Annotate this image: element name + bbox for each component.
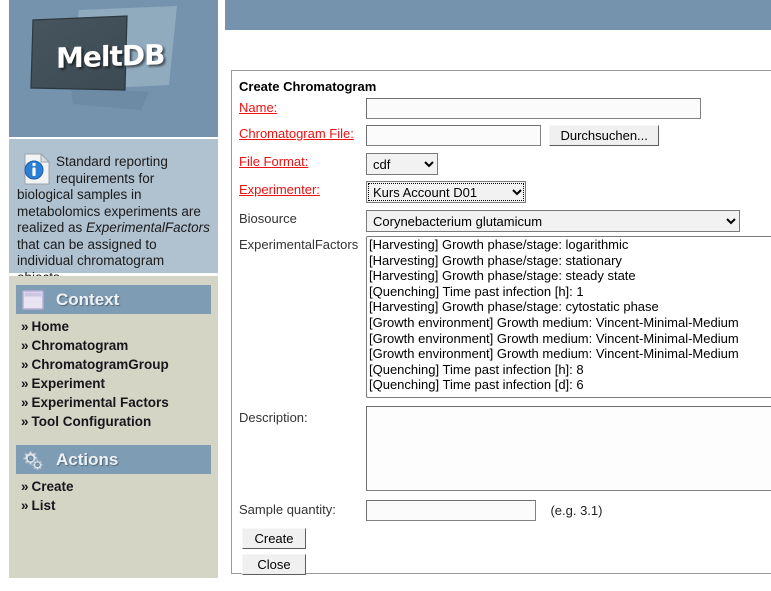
browse-button[interactable]: Durchsuchen... <box>549 125 659 146</box>
sidebar-item-label: Experiment <box>31 376 106 391</box>
logo-wordmark: MeltDB <box>56 38 165 75</box>
sidebar-item-create[interactable]: » Create <box>9 477 218 496</box>
form-row-chromatogram-file: Chromatogram File: Durchsuchen... <box>239 123 771 151</box>
close-button[interactable]: Close <box>242 554 306 575</box>
experimental-factor-option[interactable]: [Harvesting] Growth phase/stage: steady … <box>367 268 771 284</box>
sidebar-item-tool-configuration[interactable]: » Tool Configuration <box>9 412 218 431</box>
experimental-factor-option[interactable]: [Quenching] Time past infection [h]: 8 <box>367 362 771 378</box>
sidebar-item-label: ChromatogramGroup <box>31 357 169 372</box>
file-format-select[interactable]: cdf <box>366 153 438 175</box>
sidebar-context-nav: » Home » Chromatogram » ChromatogramGroup »… <box>9 317 218 431</box>
experimental-factor-option[interactable]: [Quenching] Time past infection [h]: 1 <box>367 284 771 300</box>
chromatogram-file-label: Chromatogram File: <box>239 126 354 141</box>
sidebar-actions-nav: » Create » List <box>9 477 218 515</box>
brand-logo-panel: MeltDB <box>9 0 218 137</box>
info-document-icon <box>23 152 51 185</box>
form-row-sample-quantity: Sample quantity: (e.g. 3.1) <box>239 498 771 528</box>
sidebar-item-chromatogram[interactable]: » Chromatogram <box>9 336 218 355</box>
form-row-name: Name: <box>239 97 771 123</box>
chevron-icon: » <box>21 498 29 513</box>
chevron-icon: » <box>21 319 29 334</box>
sidebar: Context » Home » Chromatogram » Chromatogra… <box>9 276 218 578</box>
sidebar-item-experiment[interactable]: » Experiment <box>9 374 218 393</box>
experimental-factor-option[interactable]: [Harvesting] Growth phase/stage: cytosta… <box>367 299 771 315</box>
sample-quantity-input[interactable] <box>366 500 536 521</box>
page-title: Create Chromatogram <box>239 79 377 94</box>
experimental-factor-option[interactable]: [Harvesting] Growth phase/stage: station… <box>367 253 771 269</box>
experimental-factor-option[interactable]: [Growth environment] Growth medium: Vinc… <box>367 315 771 331</box>
experimenter-select[interactable]: Kurs Account D01 <box>366 181 526 203</box>
info-box: Standard reporting requirements for biol… <box>9 139 218 285</box>
form-row-description: Description: <box>239 406 771 498</box>
chromatogram-file-input[interactable] <box>366 125 541 146</box>
info-text-emphasis: ExperimentalFactors <box>86 220 210 235</box>
chevron-icon: » <box>21 395 29 410</box>
biosource-label: Biosource <box>239 211 297 226</box>
page-root: MeltDB Standard reporting requirements f… <box>0 0 771 591</box>
sidebar-section-actions-header: Actions <box>16 445 211 474</box>
chevron-icon: » <box>21 479 29 494</box>
experimenter-label: Experimenter: <box>239 182 320 197</box>
name-input[interactable] <box>366 98 701 119</box>
sidebar-item-label: Create <box>31 479 74 494</box>
create-button[interactable]: Create <box>242 528 306 549</box>
header-strip <box>225 0 771 30</box>
sidebar-item-label: List <box>31 498 56 513</box>
form-row-biosource: Biosource Corynebacterium glutamicum <box>239 208 771 236</box>
sidebar-item-label: Home <box>31 319 70 334</box>
description-textarea[interactable] <box>366 406 771 491</box>
sample-quantity-hint: (e.g. 3.1) <box>550 502 603 518</box>
sidebar-item-experimental-factors[interactable]: » Experimental Factors <box>9 393 218 412</box>
experimental-factors-listbox[interactable]: [Harvesting] Growth phase/stage: logarit… <box>366 236 771 398</box>
sidebar-item-home[interactable]: » Home <box>9 317 218 336</box>
window-icon <box>22 289 44 310</box>
sample-quantity-label: Sample quantity: <box>239 502 336 517</box>
chevron-icon: » <box>21 414 29 429</box>
experimental-factor-option[interactable]: [Growth environment] Growth medium: Vinc… <box>367 346 771 362</box>
chevron-icon: » <box>21 338 29 353</box>
gears-icon <box>22 450 44 470</box>
experimental-factor-option[interactable]: [Harvesting] Growth phase/stage: logarit… <box>367 237 771 253</box>
experimental-factors-label: ExperimentalFactors <box>239 237 359 252</box>
sidebar-item-label: Chromatogram <box>31 338 129 353</box>
experimental-factor-option[interactable]: [Quenching] Time past infection [d]: 6 <box>367 377 771 393</box>
biosource-select[interactable]: Corynebacterium glutamicum <box>366 210 740 232</box>
chevron-icon: » <box>21 357 29 372</box>
form-row-create-button: Create <box>239 528 771 554</box>
sidebar-item-label: Experimental Factors <box>31 395 169 410</box>
form-row-experimental-factors: ExperimentalFactors [Harvesting] Growth … <box>239 236 771 406</box>
sidebar-item-list[interactable]: » List <box>9 496 218 515</box>
create-chromatogram-form: Name: Chromatogram File: Durchsuchen... … <box>239 97 771 580</box>
sidebar-section-actions-title: Actions <box>56 449 119 469</box>
form-row-file-format: File Format: cdf <box>239 151 771 179</box>
sidebar-section-context-title: Context <box>56 289 120 309</box>
form-row-close-button: Close <box>239 554 771 580</box>
content-panel: Create Chromatogram Name: Chromatogram F… <box>231 70 771 575</box>
form-row-experimenter: Experimenter: Kurs Account D01 <box>239 179 771 208</box>
description-label: Description: <box>239 410 308 425</box>
sidebar-item-chromatogramgroup[interactable]: » ChromatogramGroup <box>9 355 218 374</box>
name-label: Name: <box>239 100 278 115</box>
sidebar-item-label: Tool Configuration <box>31 414 152 429</box>
file-format-label: File Format: <box>239 154 309 169</box>
chevron-icon: » <box>21 376 29 391</box>
sidebar-section-context-header: Context <box>16 285 211 314</box>
experimental-factor-option[interactable]: [Growth environment] Growth medium: Vinc… <box>367 331 771 347</box>
